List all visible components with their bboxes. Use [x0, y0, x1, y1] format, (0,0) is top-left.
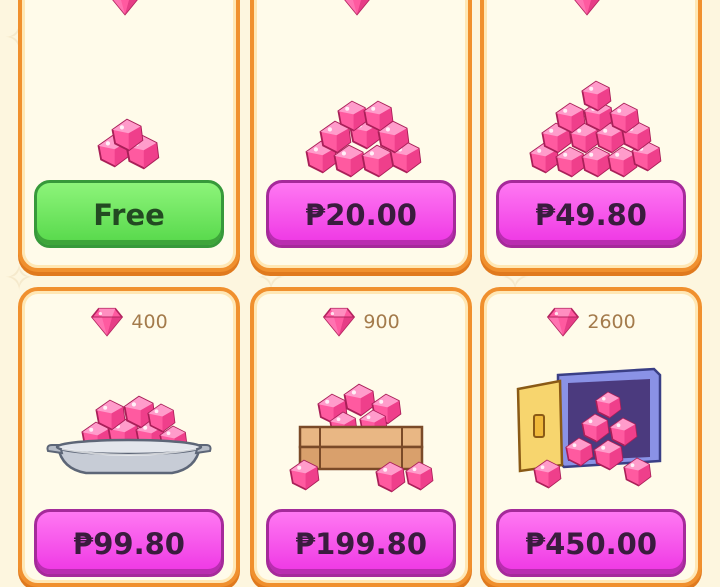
gem-icon — [108, 0, 142, 16]
buy-button[interactable]: ₱450.00 — [496, 509, 686, 577]
buy-button[interactable]: ₱49.80 — [496, 180, 686, 248]
buy-button[interactable]: ₱199.80 — [266, 509, 456, 577]
gem-amount: 900 — [363, 311, 400, 333]
gem-pack-card[interactable]: 900 ₱199.80 — [250, 287, 472, 587]
gem-crate-icon — [289, 383, 434, 493]
gem-pack-card[interactable]: 2600 ₱450.00 — [480, 287, 702, 587]
gem-pack-card[interactable]: 400 ₱99.80 — [18, 287, 240, 587]
buy-button[interactable]: ₱99.80 — [34, 509, 224, 577]
gem-amount-row: 2600 — [484, 307, 698, 337]
small-gem-pile-icon — [97, 118, 160, 170]
gem-amount-row — [22, 0, 236, 16]
gem-vault-icon — [516, 367, 662, 489]
gem-amount-row: 400 — [22, 307, 236, 337]
gem-icon — [570, 0, 604, 16]
gem-icon — [340, 0, 374, 16]
gem-pack-card[interactable]: ₱49.80 — [480, 0, 702, 272]
medium-gem-pile-icon — [305, 100, 422, 178]
gem-amount-row — [254, 0, 468, 16]
gem-pack-card[interactable]: Free — [18, 0, 240, 272]
buy-button[interactable]: ₱20.00 — [266, 180, 456, 248]
gem-icon — [322, 307, 356, 337]
free-claim-button[interactable]: Free — [34, 180, 224, 248]
gem-amount-row — [484, 0, 698, 16]
gem-amount: 2600 — [587, 311, 636, 333]
gem-icon — [90, 307, 124, 337]
gem-amount-row: 900 — [254, 307, 468, 337]
large-gem-pile-icon — [529, 80, 662, 178]
gem-bowl-icon — [46, 395, 212, 475]
gem-icon — [546, 307, 580, 337]
gem-amount: 400 — [131, 311, 168, 333]
gem-pack-card[interactable]: ₱20.00 — [250, 0, 472, 272]
